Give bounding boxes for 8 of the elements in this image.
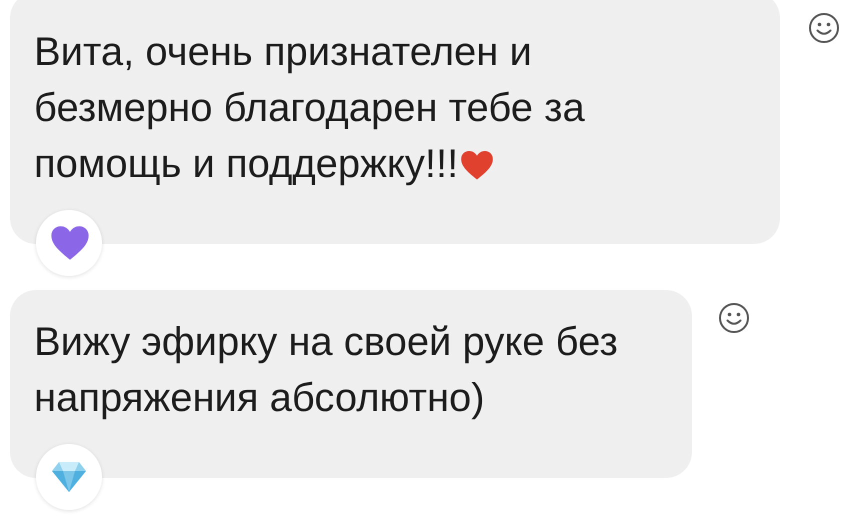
heart-icon xyxy=(50,225,90,261)
gem-icon xyxy=(51,461,87,493)
message-text: Вита, очень признателен и безмерно благодарен тебе за помощь и поддержку!!! xyxy=(34,29,586,188)
smiley-icon[interactable] xyxy=(718,302,750,334)
reaction-badge[interactable] xyxy=(36,210,102,276)
heart-icon xyxy=(460,150,494,181)
smiley-icon[interactable] xyxy=(808,12,840,44)
message-text: Вижу эфирку на своей руке без напряжения абсолютно) xyxy=(34,319,619,422)
